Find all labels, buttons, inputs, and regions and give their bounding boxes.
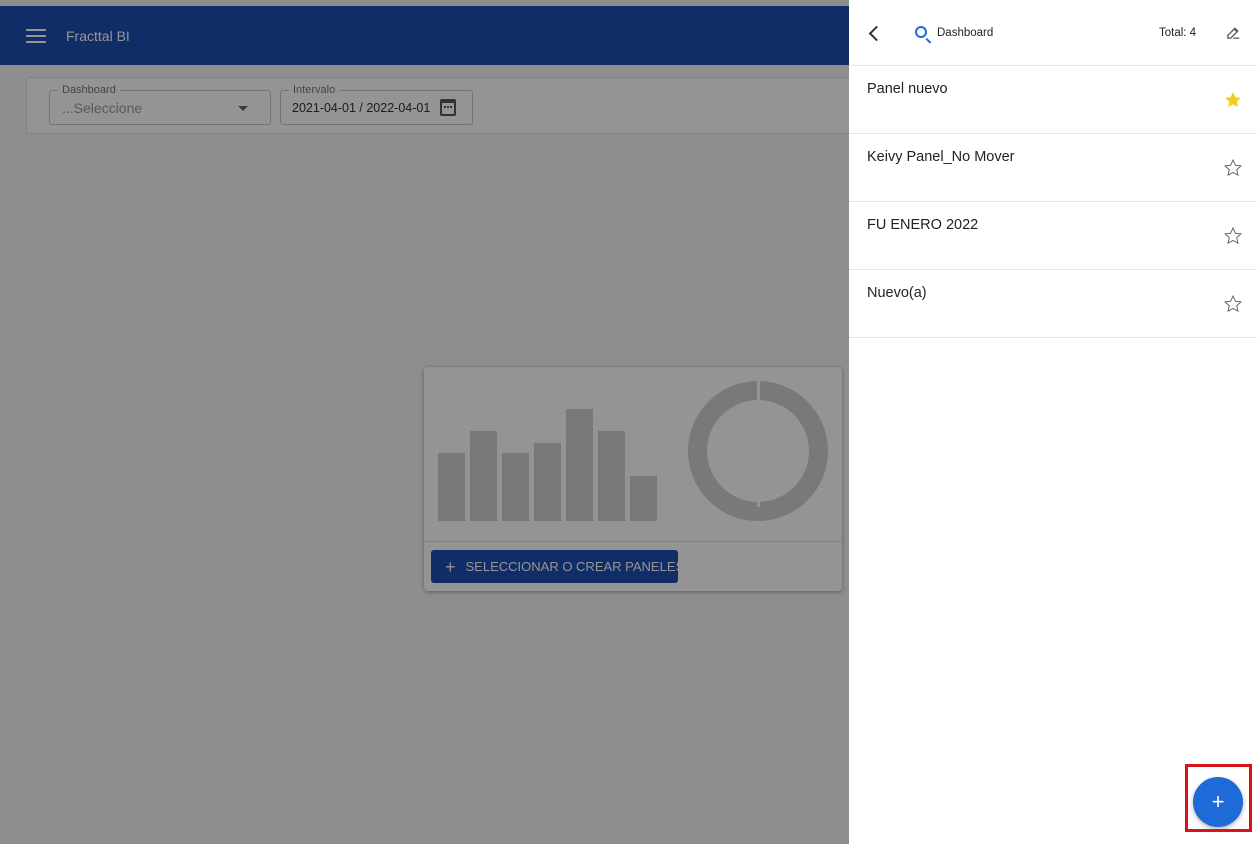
- star-outline-icon[interactable]: [1223, 158, 1243, 178]
- star-outline-icon[interactable]: [1223, 294, 1243, 314]
- list-item[interactable]: Keivy Panel_No Mover: [849, 134, 1257, 202]
- panel-header: Dashboard Total: 4: [849, 0, 1257, 66]
- dashboard-list-panel: Dashboard Total: 4 Panel nuevo Keivy Pan…: [849, 0, 1257, 844]
- total-count: Total: 4: [1159, 27, 1197, 39]
- dashboard-item-label: Panel nuevo: [867, 81, 948, 97]
- dashboard-item-label: FU ENERO 2022: [867, 217, 979, 233]
- highlight-annotation: [1185, 764, 1252, 832]
- search-icon[interactable]: [915, 26, 927, 38]
- edit-icon[interactable]: [1225, 24, 1242, 41]
- list-item[interactable]: Panel nuevo: [849, 66, 1257, 134]
- dashboard-item-label: Keivy Panel_No Mover: [867, 149, 1015, 165]
- list-item[interactable]: FU ENERO 2022: [849, 202, 1257, 270]
- main-app: Fracttal BI Dashboard ...Seleccione Inte…: [0, 0, 849, 844]
- back-arrow-icon[interactable]: [868, 25, 885, 42]
- list-item[interactable]: Nuevo(a): [849, 270, 1257, 338]
- dashboard-item-label: Nuevo(a): [867, 285, 927, 301]
- star-outline-icon[interactable]: [1223, 226, 1243, 246]
- modal-backdrop[interactable]: [0, 0, 849, 844]
- star-filled-icon[interactable]: [1223, 90, 1243, 110]
- search-label: Dashboard: [937, 27, 994, 39]
